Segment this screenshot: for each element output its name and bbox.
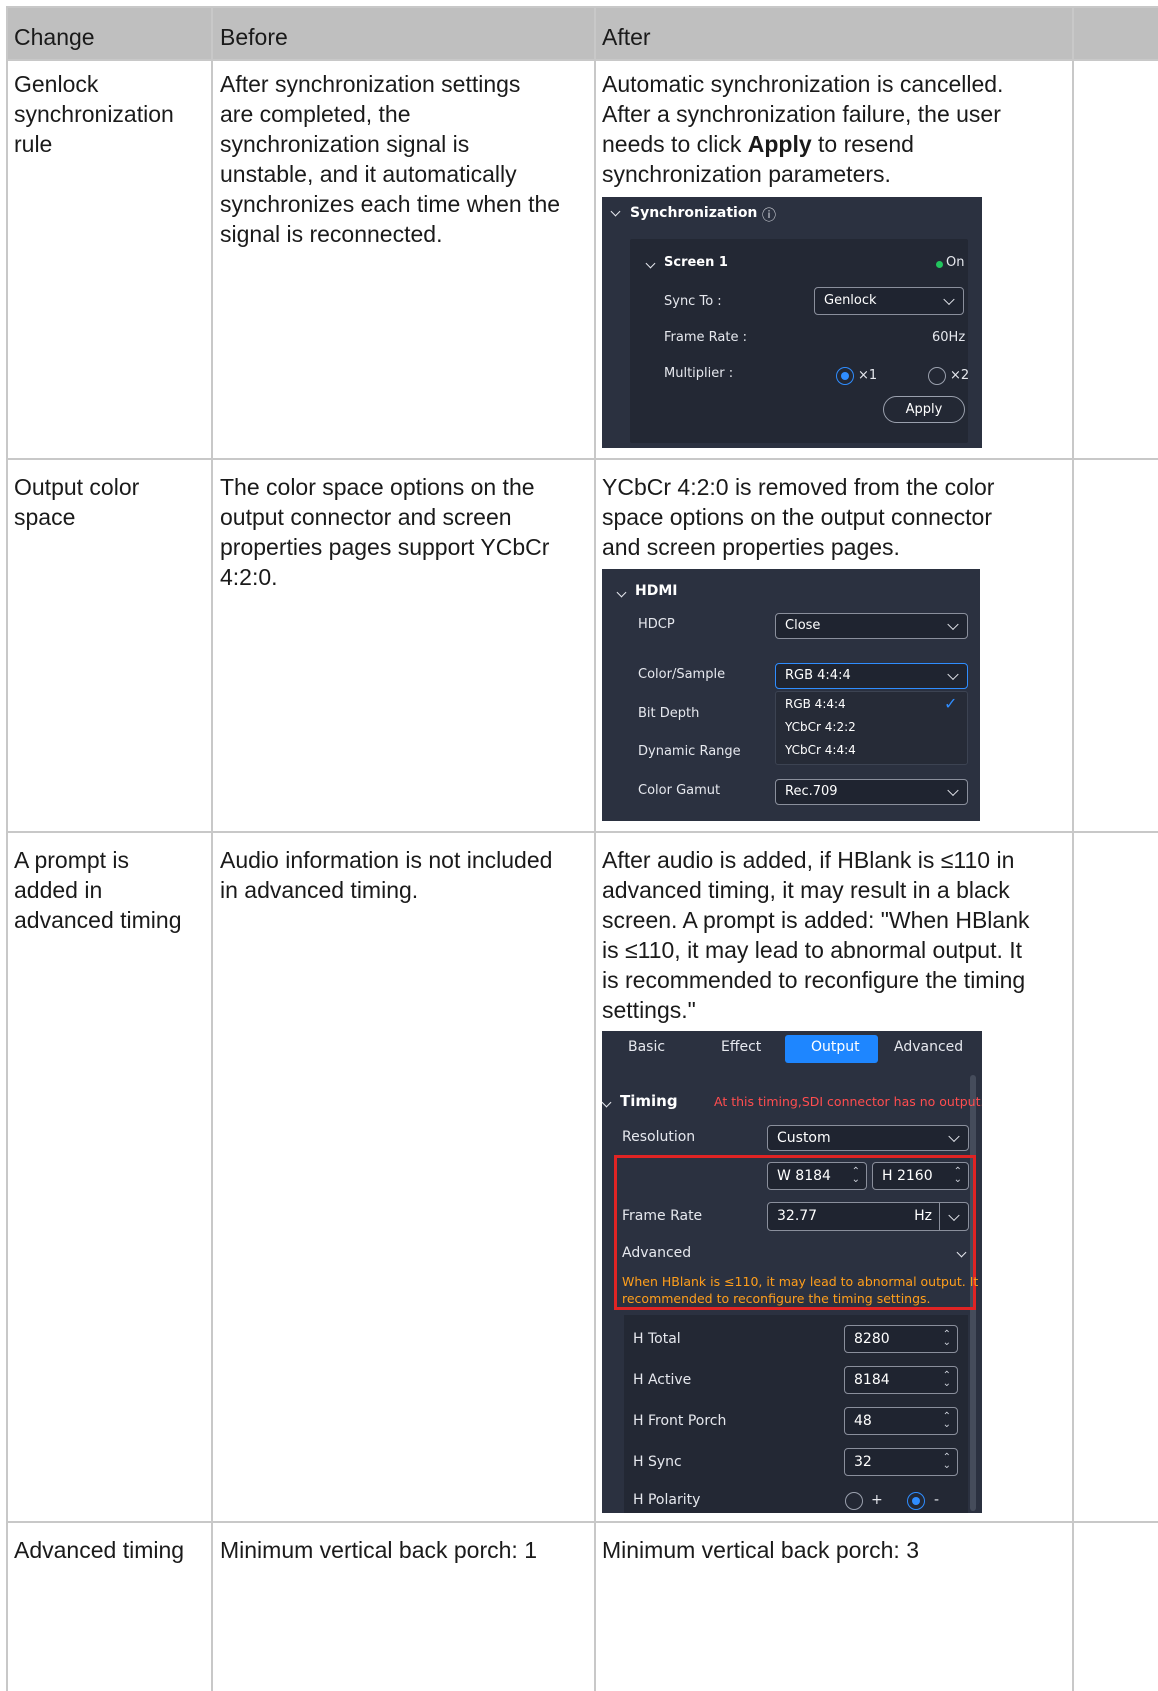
screen-1-section: Screen 1 On Sync To : Genlock Frame Rate… <box>630 239 970 443</box>
advanced-chevron-icon[interactable] <box>956 1244 967 1260</box>
advanced-label: Advanced <box>622 1245 692 1261</box>
chevron-down-icon <box>948 1209 960 1221</box>
dynamic-range-label: Dynamic Range <box>638 744 741 759</box>
multiplier-x2-radio[interactable] <box>928 367 946 385</box>
h-polarity-label: H Polarity <box>633 1492 701 1508</box>
stepper-icon: ⌃ ⌄ <box>942 1370 951 1389</box>
multiplier-x1-label: ×1 <box>858 368 878 383</box>
multiplier-label: Multiplier : <box>664 366 734 381</box>
resolution-dropdown[interactable]: Custom <box>767 1125 969 1151</box>
tab-bar: Basic Effect Output Advanced <box>602 1031 970 1065</box>
color-sample-label: Color/Sample <box>638 667 726 682</box>
chevron-down-icon <box>947 668 959 681</box>
timing-warning: At this timing,SDI connector has no outp… <box>714 1094 982 1109</box>
row1-change: Genlock synchronization rule <box>14 71 174 157</box>
h-front-porch-label: H Front Porch <box>633 1413 727 1429</box>
row4-after: Minimum vertical back porch: 3 <box>602 1537 919 1563</box>
tab-basic[interactable]: Basic <box>628 1039 665 1055</box>
screen-name: Screen 1 <box>664 255 728 270</box>
table-header-row <box>8 8 1158 60</box>
row2-after: YCbCr 4:2:0 is removed from the color sp… <box>602 474 995 560</box>
row1-before: After synchronization settings are compl… <box>220 71 561 247</box>
frame-rate-value: 60Hz <box>932 330 966 345</box>
row1-after: Automatic synchronization is cancelled. … <box>602 71 1004 187</box>
stepper-icon: ⌃ ⌄ <box>942 1329 951 1348</box>
synchronization-panel: Synchronization ⓘ Screen 1 On Sync To : … <box>602 197 982 448</box>
tab-effect[interactable]: Effect <box>721 1039 761 1055</box>
polarity-plus-label: + <box>871 1492 883 1508</box>
h-active-label: H Active <box>633 1372 692 1388</box>
row4-change: Advanced timing <box>14 1537 185 1563</box>
color-sample-options: RGB 4:4:4 ✓ YCbCr 4:2:2 YCbCr 4:4:4 <box>775 691 968 765</box>
h-sync-label: H Sync <box>633 1454 682 1470</box>
timing-title: Timing <box>620 1092 678 1110</box>
hblank-prompt: When HBlank is ≤110, it may lead to abno… <box>622 1274 982 1306</box>
info-icon[interactable]: ⓘ <box>762 205 776 225</box>
sync-title: Synchronization <box>630 205 758 221</box>
hdcp-label: HDCP <box>638 617 675 632</box>
tab-advanced[interactable]: Advanced <box>894 1039 963 1055</box>
frame-rate-label: Frame Rate : <box>664 330 747 345</box>
apply-bold: Apply <box>747 131 812 157</box>
option-ycbcr444[interactable]: YCbCr 4:4:4 <box>785 743 856 757</box>
status-dot-icon <box>936 261 943 268</box>
color-gamut-dropdown[interactable]: Rec.709 <box>775 779 968 805</box>
stepper-icon: ⌃ ⌄ <box>851 1166 860 1185</box>
stepper-icon: ⌃ ⌄ <box>942 1452 951 1471</box>
hdmi-collapse-icon[interactable] <box>616 584 627 600</box>
stepper-icon: ⌃ ⌄ <box>942 1411 951 1430</box>
width-input[interactable]: W 8184 ⌃ ⌄ <box>767 1162 867 1190</box>
row4-before: Minimum vertical back porch: 1 <box>220 1537 537 1563</box>
color-sample-dropdown[interactable]: RGB 4:4:4 <box>775 663 968 689</box>
hz-unit: Hz <box>914 1208 932 1224</box>
h-active-input[interactable]: 8184 ⌃ ⌄ <box>844 1366 958 1394</box>
sync-to-dropdown[interactable]: Genlock <box>814 287 964 315</box>
stepper-icon: ⌃ ⌄ <box>953 1166 962 1185</box>
h-front-porch-input[interactable]: 48 ⌃ ⌄ <box>844 1407 958 1435</box>
bit-depth-label: Bit Depth <box>638 706 700 721</box>
option-ycbcr422[interactable]: YCbCr 4:2:2 <box>785 720 856 734</box>
h-total-label: H Total <box>633 1331 681 1347</box>
frame-rate-input[interactable]: 32.77 Hz <box>767 1202 969 1231</box>
chevron-down-icon <box>947 618 959 631</box>
chevron-down-icon <box>943 293 955 306</box>
multiplier-x2-label: ×2 <box>950 368 970 383</box>
sync-to-label: Sync To : <box>664 294 722 309</box>
hdcp-dropdown[interactable]: Close <box>775 613 968 639</box>
advanced-fields: H Total 8280 ⌃ ⌄ H Active 8184 ⌃ ⌄ H Front P… <box>624 1315 968 1513</box>
comparison-table: Change Before After Genlock synchronizat… <box>6 6 1158 1691</box>
h-sync-input[interactable]: 32 ⌃ ⌄ <box>844 1448 958 1476</box>
hdmi-title: HDMI <box>635 583 678 599</box>
tab-output[interactable]: Output <box>811 1039 860 1055</box>
screen1-collapse-icon[interactable] <box>645 255 656 271</box>
check-icon: ✓ <box>944 694 958 713</box>
chevron-down-icon <box>947 784 959 797</box>
header-before: Before <box>220 24 288 50</box>
h-total-input[interactable]: 8280 ⌃ ⌄ <box>844 1325 958 1353</box>
chevron-down-icon <box>948 1130 960 1143</box>
height-input[interactable]: H 2160 ⌃ ⌄ <box>872 1162 969 1190</box>
row2-before: The color space options on the output co… <box>220 474 550 590</box>
frame-rate-label: Frame Rate <box>622 1208 703 1224</box>
timing-panel: Basic Effect Output Advanced Timing At t… <box>602 1031 982 1513</box>
sync-collapse-icon[interactable] <box>610 206 625 222</box>
row3-change: A prompt is added in advanced timing <box>14 847 182 933</box>
multiplier-x1-radio[interactable] <box>836 367 854 385</box>
header-change: Change <box>14 24 95 50</box>
status-label: On <box>946 255 965 270</box>
row2-change: Output color space <box>14 474 140 530</box>
resolution-label: Resolution <box>622 1129 696 1145</box>
timing-collapse-icon[interactable] <box>602 1094 612 1110</box>
polarity-minus-radio[interactable] <box>907 1492 925 1510</box>
apply-button[interactable]: Apply <box>883 396 965 423</box>
polarity-plus-radio[interactable] <box>845 1492 863 1510</box>
row3-after: After audio is added, if HBlank is ≤110 … <box>602 847 1030 1023</box>
polarity-minus-label: - <box>934 1492 940 1508</box>
header-after: After <box>602 24 651 50</box>
hdmi-panel: HDMI HDCP Close Color/Sample RGB 4:4:4 B… <box>602 569 980 821</box>
row3-before: Audio information is not included in adv… <box>220 847 553 903</box>
option-rgb444[interactable]: RGB 4:4:4 <box>785 697 846 711</box>
color-gamut-label: Color Gamut <box>638 783 721 798</box>
